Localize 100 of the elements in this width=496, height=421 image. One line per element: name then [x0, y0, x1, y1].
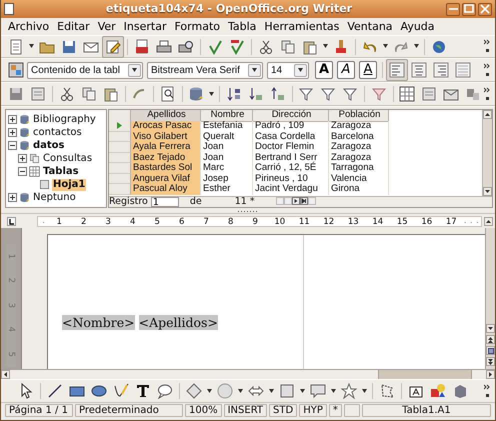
- database-icon: [19, 140, 30, 151]
- tree-item[interactable]: Consultas: [42, 152, 94, 164]
- dropdown-arrow-icon[interactable]: [29, 44, 34, 48]
- callout-icon: [157, 383, 173, 399]
- next-page-icon[interactable]: [486, 357, 495, 366]
- record-navigation-icon[interactable]: [276, 197, 316, 206]
- minimize-button[interactable]: [446, 2, 460, 16]
- ruler-number: 7: [194, 216, 218, 226]
- scrollbar-thumb[interactable]: [378, 370, 472, 379]
- overflow-chevron-icon[interactable]: [484, 86, 491, 101]
- row-header[interactable]: [109, 121, 131, 132]
- column-header[interactable]: Apellidos: [131, 110, 201, 122]
- scroll-down-icon[interactable]: [486, 324, 495, 333]
- column-header[interactable]: Dirección: [253, 110, 329, 122]
- tree-item[interactable]: datos: [32, 140, 66, 152]
- underline-button[interactable]: A: [359, 61, 377, 79]
- dropdown-arrow-icon[interactable]: [362, 388, 367, 393]
- column-header[interactable]: Población: [329, 110, 389, 122]
- previous-page-icon[interactable]: [486, 335, 495, 344]
- font-size-field[interactable]: 14: [267, 62, 309, 78]
- tree-item[interactable]: contactos: [32, 126, 83, 138]
- menu-item[interactable]: Ayuda: [396, 19, 439, 34]
- dropdown-arrow-icon[interactable]: [323, 44, 328, 48]
- dropdown-arrow-icon[interactable]: [331, 388, 336, 393]
- expand-icon[interactable]: [18, 154, 27, 163]
- ruler-number: 1: [47, 216, 72, 226]
- sort-ascending-icon: [248, 86, 264, 102]
- dropdown-arrow-icon[interactable]: [207, 388, 212, 393]
- tree-item[interactable]: Neptuno: [32, 192, 77, 204]
- collapse-icon[interactable]: [18, 166, 27, 176]
- table-cell: Queralt: [201, 132, 253, 142]
- scroll-right-icon[interactable]: [486, 370, 495, 379]
- menu-item[interactable]: Archivo: [4, 19, 54, 34]
- close-button[interactable]: [478, 2, 492, 16]
- dropdown-arrow-icon[interactable]: [414, 44, 419, 48]
- edit-data-icon: [30, 86, 46, 102]
- horizontal-scrollbar[interactable]: [1, 369, 495, 379]
- status-field: Página 1 / 1: [5, 404, 73, 417]
- database-icon: [19, 127, 30, 138]
- merge-field[interactable]: <Apellidos>: [138, 315, 218, 330]
- overflow-chevron-icon[interactable]: [484, 62, 491, 77]
- menu-item[interactable]: Ver: [94, 19, 120, 34]
- dropdown-arrow-icon[interactable]: [269, 388, 274, 393]
- expand-icon[interactable]: [8, 114, 17, 124]
- status-field: INSERT: [224, 404, 268, 417]
- overflow-chevron-icon[interactable]: [484, 384, 491, 398]
- collapse-icon[interactable]: [8, 140, 17, 150]
- maximize-button[interactable]: [462, 2, 476, 16]
- font-name-field[interactable]: Bitstream Vera Serif: [147, 62, 263, 78]
- splitter-handle-icon[interactable]: [237, 210, 259, 213]
- dropdown-arrow-icon[interactable]: [209, 92, 214, 96]
- menu-item[interactable]: Ventana: [343, 19, 397, 34]
- dropdown-arrow-icon[interactable]: [252, 68, 257, 72]
- dropdown-arrow-icon[interactable]: [383, 44, 388, 48]
- paragraph-style-field[interactable]: Contenido de la tabl: [27, 62, 143, 78]
- extrusion-icon: [452, 383, 468, 399]
- speech-bubble-icon: [310, 383, 326, 399]
- tree-item[interactable]: Bibliography: [32, 114, 97, 126]
- dropdown-arrow-icon[interactable]: [300, 388, 305, 393]
- copy-icon: [80, 86, 96, 102]
- expand-icon[interactable]: [8, 192, 17, 202]
- column-header[interactable]: Nombre: [201, 110, 253, 122]
- ruler-number: 4: [120, 216, 145, 226]
- tree-item[interactable]: Tablas: [42, 166, 80, 178]
- edit-file-button[interactable]: [102, 36, 124, 58]
- menu-item[interactable]: Formato: [170, 19, 224, 34]
- tree-item[interactable]: Hoja1: [52, 178, 86, 190]
- scroll-left-icon[interactable]: [1, 370, 10, 379]
- scrollbar[interactable]: [482, 110, 492, 196]
- ruler-number: 9: [243, 216, 268, 226]
- header-corner: [109, 110, 131, 122]
- menu-item[interactable]: Editar: [53, 19, 94, 34]
- scrollbar[interactable]: [485, 228, 495, 369]
- align-center-icon: [411, 62, 427, 78]
- scroll-down-icon[interactable]: [483, 187, 492, 196]
- table-cell: Viso Gilabert: [131, 132, 201, 142]
- menu-item[interactable]: Tabla: [224, 19, 260, 34]
- expand-icon[interactable]: [8, 128, 17, 137]
- ruler[interactable]: 1 2 3 4 5 6 7 8 9 10 11 12 13 14 15 16 17: [37, 216, 482, 226]
- document-icon: [4, 2, 14, 15]
- scroll-up-icon[interactable]: [483, 110, 492, 119]
- ruler-number: 8: [218, 216, 243, 226]
- menu-item[interactable]: Insertar: [120, 19, 170, 34]
- dropdown-arrow-icon[interactable]: [238, 388, 243, 393]
- sort-descending-icon: [270, 86, 286, 102]
- align-left-button[interactable]: [386, 59, 408, 81]
- ruler-number: 5: [5, 352, 18, 357]
- tab-stop-icon[interactable]: [7, 216, 16, 226]
- navigation-icon[interactable]: [486, 346, 495, 355]
- dropdown-arrow-icon[interactable]: [132, 68, 137, 72]
- ruler-number: 1: [5, 254, 18, 259]
- dropdown-arrow-icon[interactable]: [298, 68, 303, 72]
- menu-item[interactable]: Herramientas: [260, 19, 344, 34]
- merge-field[interactable]: <Nombre>: [62, 315, 135, 330]
- scroll-up-icon[interactable]: [484, 216, 493, 226]
- close-icon: [480, 4, 490, 14]
- overflow-chevron-icon[interactable]: [484, 39, 491, 54]
- table-cell: Joan: [201, 142, 253, 152]
- bold-button[interactable]: A: [315, 61, 333, 79]
- italic-button[interactable]: A: [337, 61, 355, 79]
